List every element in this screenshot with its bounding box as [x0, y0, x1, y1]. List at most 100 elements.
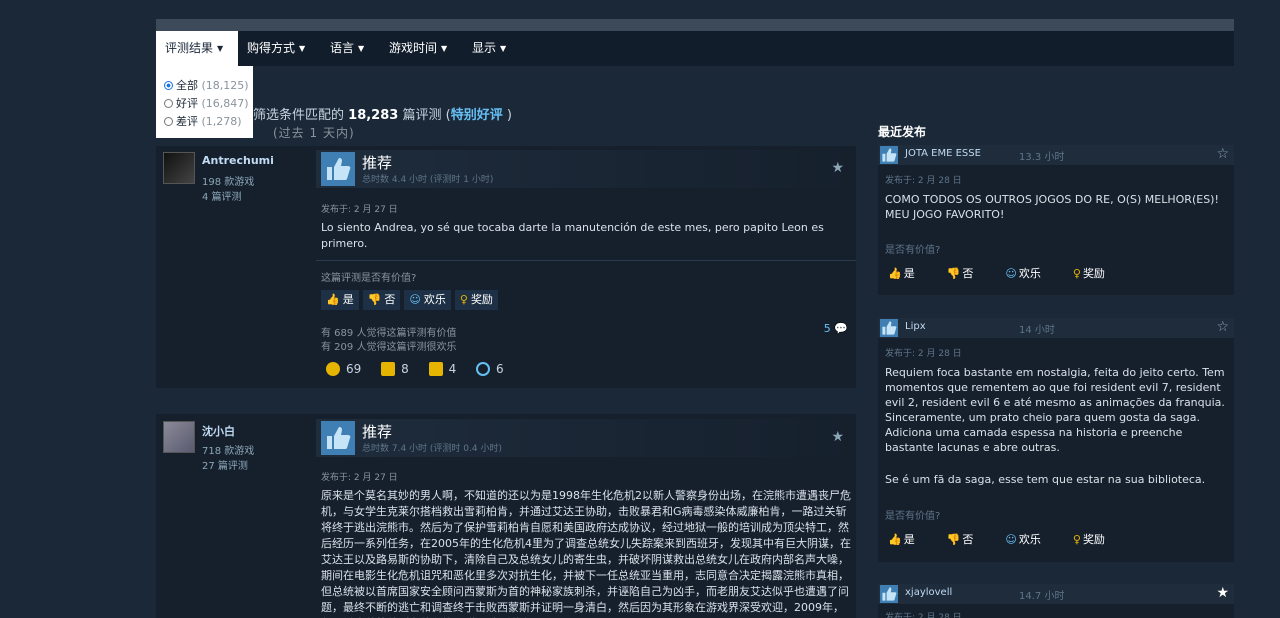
- comment-count[interactable]: 5 💬: [824, 322, 848, 335]
- vote-label: 欢乐: [423, 293, 446, 306]
- award-button[interactable]: ♀ 奖励: [1073, 267, 1121, 280]
- option-all[interactable]: 全部 (18,125): [164, 77, 249, 93]
- star-outline-icon[interactable]: ☆: [1216, 319, 1229, 335]
- vote-label: 奖励: [470, 293, 493, 306]
- recent-review-header[interactable]: JOTA EME ESSE 13.3 小时 ☆: [878, 145, 1234, 165]
- reviewer-name[interactable]: Antrechumi: [202, 154, 274, 167]
- award-count: 6: [496, 362, 504, 376]
- recent-review-card: xjaylovell 14.7 小时 ★ 发布于: 2 月 28 日: [878, 584, 1234, 618]
- review-date: 发布于: 2 月 27 日: [321, 473, 398, 483]
- option-count: (1,278): [201, 115, 242, 128]
- option-negative[interactable]: 差评 (1,278): [164, 113, 242, 129]
- vote-label: 否: [962, 267, 974, 280]
- vote-funny-button[interactable]: ☺ 欢乐: [1005, 533, 1056, 546]
- recent-reviewer-name[interactable]: Lipx: [905, 321, 926, 332]
- recent-review-text: Requiem foca bastante em nostalgia, feit…: [885, 366, 1225, 454]
- review-card: 沈小白 718 款游戏 27 篇评测 推荐 总时数 7.4 小时 (评测时 0.…: [156, 414, 856, 618]
- vote-label: 欢乐: [1018, 533, 1041, 546]
- vote-no-button[interactable]: 👎 否: [947, 267, 990, 280]
- recent-review-header[interactable]: Lipx 14 小时 ☆: [878, 318, 1234, 338]
- award-count: 4: [448, 362, 457, 376]
- recent-review-card: JOTA EME ESSE 13.3 小时 ☆ 发布于: 2 月 28 日 CO…: [878, 145, 1234, 295]
- reviewer-games[interactable]: 198 款游戏: [202, 173, 254, 188]
- vote-funny-button[interactable]: ☺ 欢乐: [404, 290, 451, 310]
- smile-icon: ☺: [409, 293, 421, 306]
- filter-display[interactable]: 显示 ▼: [463, 31, 515, 66]
- avatar[interactable]: [163, 152, 195, 184]
- vote-buttons: 👍 是 👎 否 ☺ 欢乐 ♀ 奖励: [888, 265, 1137, 281]
- recent-review-hours: 14 小时: [1019, 325, 1055, 336]
- vote-yes-button[interactable]: 👍 是: [888, 267, 931, 280]
- reviewer-reviews[interactable]: 4 篇评测: [202, 188, 242, 203]
- review-header[interactable]: 推荐 总时数 7.4 小时 (评测时 0.4 小时) ★: [316, 419, 854, 457]
- award-trophy-icon: [381, 362, 396, 376]
- summary-close: ): [506, 108, 512, 123]
- filter-label: 评测结果: [165, 41, 214, 55]
- summary-count: 18,283: [348, 108, 399, 123]
- radio-icon[interactable]: [164, 99, 173, 108]
- sidebar-heading: 最近发布: [878, 125, 927, 139]
- option-count: (18,125): [201, 79, 249, 92]
- caret-down-icon: ▼: [500, 44, 507, 53]
- summary-rating[interactable]: 特别好评: [451, 108, 503, 123]
- reviewer-reviews[interactable]: 27 篇评测: [202, 457, 248, 472]
- thumbs-down-icon: 👎: [946, 533, 961, 546]
- vote-yes-button[interactable]: 👍 是: [321, 290, 359, 310]
- recent-review-date: 发布于: 2 月 28 日: [885, 349, 962, 359]
- star-icon[interactable]: ★: [1216, 585, 1229, 601]
- award-figure-icon: [428, 362, 443, 376]
- vote-yes-button[interactable]: 👍 是: [888, 533, 931, 546]
- star-icon[interactable]: ★: [831, 160, 844, 176]
- award-item[interactable]: 6: [476, 362, 504, 376]
- filter-language[interactable]: 语言 ▼: [321, 31, 373, 66]
- award-button[interactable]: ♀ 奖励: [1073, 533, 1121, 546]
- vote-label: 是: [342, 293, 354, 306]
- recent-review-header[interactable]: xjaylovell 14.7 小时 ★: [878, 584, 1234, 604]
- thumbs-up-icon: [880, 319, 898, 337]
- helpful-count: 有 689 人觉得这篇评测有价值: [321, 328, 457, 339]
- caret-down-icon: ▼: [299, 44, 306, 53]
- filter-label: 显示: [472, 41, 497, 55]
- vote-funny-button[interactable]: ☺ 欢乐: [1005, 267, 1056, 280]
- vote-no-button[interactable]: 👎 否: [362, 290, 401, 310]
- recent-reviewer-name[interactable]: JOTA EME ESSE: [905, 148, 981, 159]
- avatar[interactable]: [163, 421, 195, 453]
- thumbs-up-icon: [321, 421, 355, 455]
- reviewer-games[interactable]: 718 款游戏: [202, 442, 254, 457]
- star-outline-icon[interactable]: ☆: [1216, 146, 1229, 162]
- award-item[interactable]: 8: [381, 362, 409, 376]
- caret-down-icon: ▼: [217, 44, 224, 53]
- vote-no-button[interactable]: 👎 否: [947, 533, 990, 546]
- smile-icon: ☺: [1005, 533, 1017, 546]
- thumbs-down-icon: 👎: [367, 293, 382, 306]
- filter-label: 购得方式: [247, 41, 296, 55]
- award-count: 69: [346, 362, 362, 376]
- recent-review-hours: 13.3 小时: [1019, 152, 1065, 163]
- review-date: 发布于: 2 月 27 日: [321, 205, 398, 215]
- recent-review-date: 发布于: 2 月 28 日: [885, 176, 962, 186]
- thumbs-up-icon: [880, 585, 898, 603]
- award-icon: ♀: [1072, 533, 1081, 546]
- reviewer-name[interactable]: 沈小白: [202, 423, 235, 439]
- helpful-question: 这篇评测是否有价值?: [321, 273, 417, 284]
- filter-bar: 评测结果 ▼ 购得方式 ▼ 语言 ▼ 游戏时间 ▼ 显示 ▼: [156, 31, 1234, 66]
- filter-playtime[interactable]: 游戏时间 ▼: [380, 31, 456, 66]
- radio-icon[interactable]: [164, 117, 173, 126]
- recent-review-text: COMO TODOS OS OUTROS JOGOS DO RE, O(S) M…: [885, 193, 1219, 221]
- vote-label: 否: [384, 293, 396, 306]
- thumbs-up-icon: [880, 146, 898, 164]
- award-button[interactable]: ♀ 奖励: [454, 290, 498, 310]
- option-positive[interactable]: 好评 (16,847): [164, 95, 249, 111]
- header-bar: [156, 19, 1234, 31]
- radio-icon[interactable]: [164, 81, 173, 90]
- recent-reviewer-name[interactable]: xjaylovell: [905, 587, 952, 598]
- award-item[interactable]: 69: [326, 362, 361, 376]
- review-header[interactable]: 推荐 总时数 4.4 小时 (评测时 1 小时) ★: [316, 150, 854, 188]
- vote-buttons: 👍 是 👎 否 ☺ 欢乐 ♀ 奖励: [888, 531, 1137, 547]
- filter-purchase-type[interactable]: 购得方式 ▼: [238, 31, 314, 66]
- vote-label: 是: [903, 533, 915, 546]
- filter-review-type[interactable]: 评测结果 ▼: [156, 31, 238, 66]
- star-icon[interactable]: ★: [831, 429, 844, 445]
- award-item[interactable]: 4: [428, 362, 457, 376]
- review-hours: 总时数 4.4 小时 (评测时 1 小时): [362, 175, 494, 185]
